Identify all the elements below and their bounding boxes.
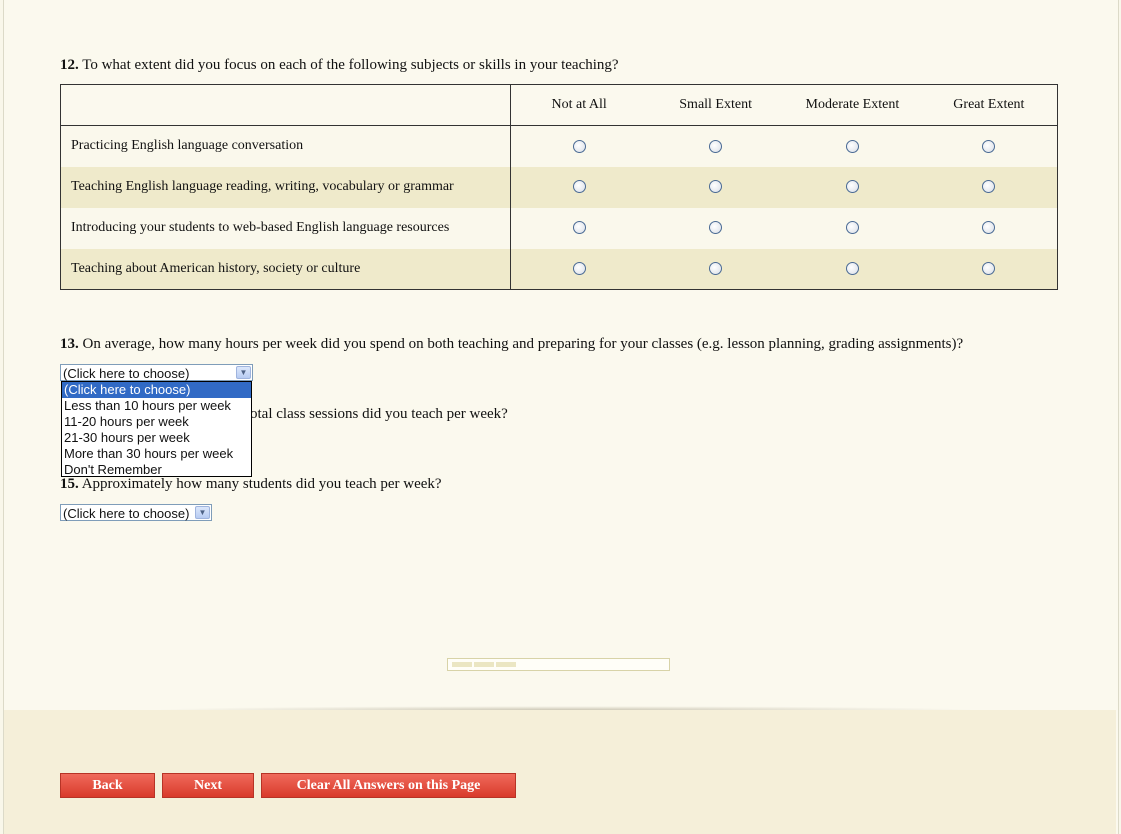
hours-per-week-select[interactable]: (Click here to choose) ▼ — [60, 364, 253, 381]
question-12-matrix: Not at All Small Extent Moderate Extent … — [60, 84, 1058, 290]
radio-small-extent[interactable] — [709, 139, 723, 153]
radio-moderate-extent[interactable] — [845, 180, 859, 194]
chevron-down-icon[interactable]: ▼ — [236, 366, 251, 379]
radio-not-at-all[interactable] — [572, 221, 586, 235]
dropdown-option[interactable]: 21-30 hours per week — [62, 430, 251, 446]
radio-small-extent[interactable] — [709, 180, 723, 194]
radio-great-extent[interactable] — [982, 180, 996, 194]
radio-not-at-all[interactable] — [572, 262, 586, 276]
matrix-row-reading-writing: Teaching English language reading, writi… — [60, 166, 1058, 208]
clear-answers-button[interactable]: Clear All Answers on this Page — [261, 773, 516, 798]
hours-dropdown-list: (Click here to choose) Less than 10 hour… — [61, 381, 252, 477]
matrix-row-american-culture: Teaching about American history, society… — [60, 248, 1058, 290]
radio-small-extent[interactable] — [709, 221, 723, 235]
question-15-number: 15. — [60, 476, 79, 492]
row-label: Introducing your students to web-based E… — [60, 207, 511, 249]
radio-moderate-extent[interactable] — [845, 221, 859, 235]
row-label: Practicing English language conversation — [60, 125, 511, 167]
question-15-text: Approximately how many students did you … — [81, 476, 442, 492]
progress-segment — [474, 662, 494, 667]
footer-area — [4, 710, 1116, 834]
progress-segment — [452, 662, 472, 667]
radio-great-extent[interactable] — [982, 262, 996, 276]
dropdown-option[interactable]: 11-20 hours per week — [62, 414, 251, 430]
dropdown-option[interactable]: Don't Remember — [62, 462, 251, 478]
radio-not-at-all[interactable] — [572, 180, 586, 194]
matrix-corner — [60, 84, 511, 126]
radio-not-at-all[interactable] — [572, 139, 586, 153]
students-select-value: (Click here to choose) — [63, 506, 190, 521]
column-great-extent: Great Extent — [920, 84, 1058, 126]
matrix-header-row: Not at All Small Extent Moderate Extent … — [60, 84, 1058, 126]
progress-bar — [447, 658, 670, 671]
radio-small-extent[interactable] — [709, 262, 723, 276]
dropdown-option[interactable]: More than 30 hours per week — [62, 446, 251, 462]
column-small-extent: Small Extent — [647, 84, 784, 126]
dropdown-option[interactable]: (Click here to choose) — [62, 382, 251, 398]
matrix-row-conversation: Practicing English language conversation — [60, 125, 1058, 167]
question-13-text: On average, how many hours per week did … — [82, 336, 964, 352]
question-13-number: 13. — [60, 336, 79, 352]
dropdown-option[interactable]: Less than 10 hours per week — [62, 398, 251, 414]
row-label: Teaching about American history, society… — [60, 248, 511, 290]
question-14-text: otal class sessions did you teach per we… — [250, 406, 508, 422]
question-13-prompt: 13. On average, how many hours per week … — [60, 336, 963, 353]
radio-great-extent[interactable] — [982, 221, 996, 235]
hours-select-value: (Click here to choose) — [63, 366, 190, 381]
radio-great-extent[interactable] — [982, 139, 996, 153]
radio-moderate-extent[interactable] — [845, 262, 859, 276]
question-15-prompt: 15. Approximately how many students did … — [60, 476, 442, 493]
progress-segment — [496, 662, 516, 667]
column-not-at-all: Not at All — [510, 84, 648, 126]
question-12-number: 12. — [60, 57, 79, 73]
question-12-prompt: 12. To what extent did you focus on each… — [60, 57, 619, 74]
question-12-text: To what extent did you focus on each of … — [82, 57, 619, 73]
chevron-down-icon[interactable]: ▼ — [195, 506, 210, 519]
row-label: Teaching English language reading, writi… — [60, 166, 511, 208]
matrix-row-web-resources: Introducing your students to web-based E… — [60, 207, 1058, 249]
radio-moderate-extent[interactable] — [845, 139, 859, 153]
next-button[interactable]: Next — [162, 773, 254, 798]
column-moderate-extent: Moderate Extent — [784, 84, 921, 126]
students-per-week-select[interactable]: (Click here to choose) ▼ — [60, 504, 212, 521]
back-button[interactable]: Back — [60, 773, 155, 798]
